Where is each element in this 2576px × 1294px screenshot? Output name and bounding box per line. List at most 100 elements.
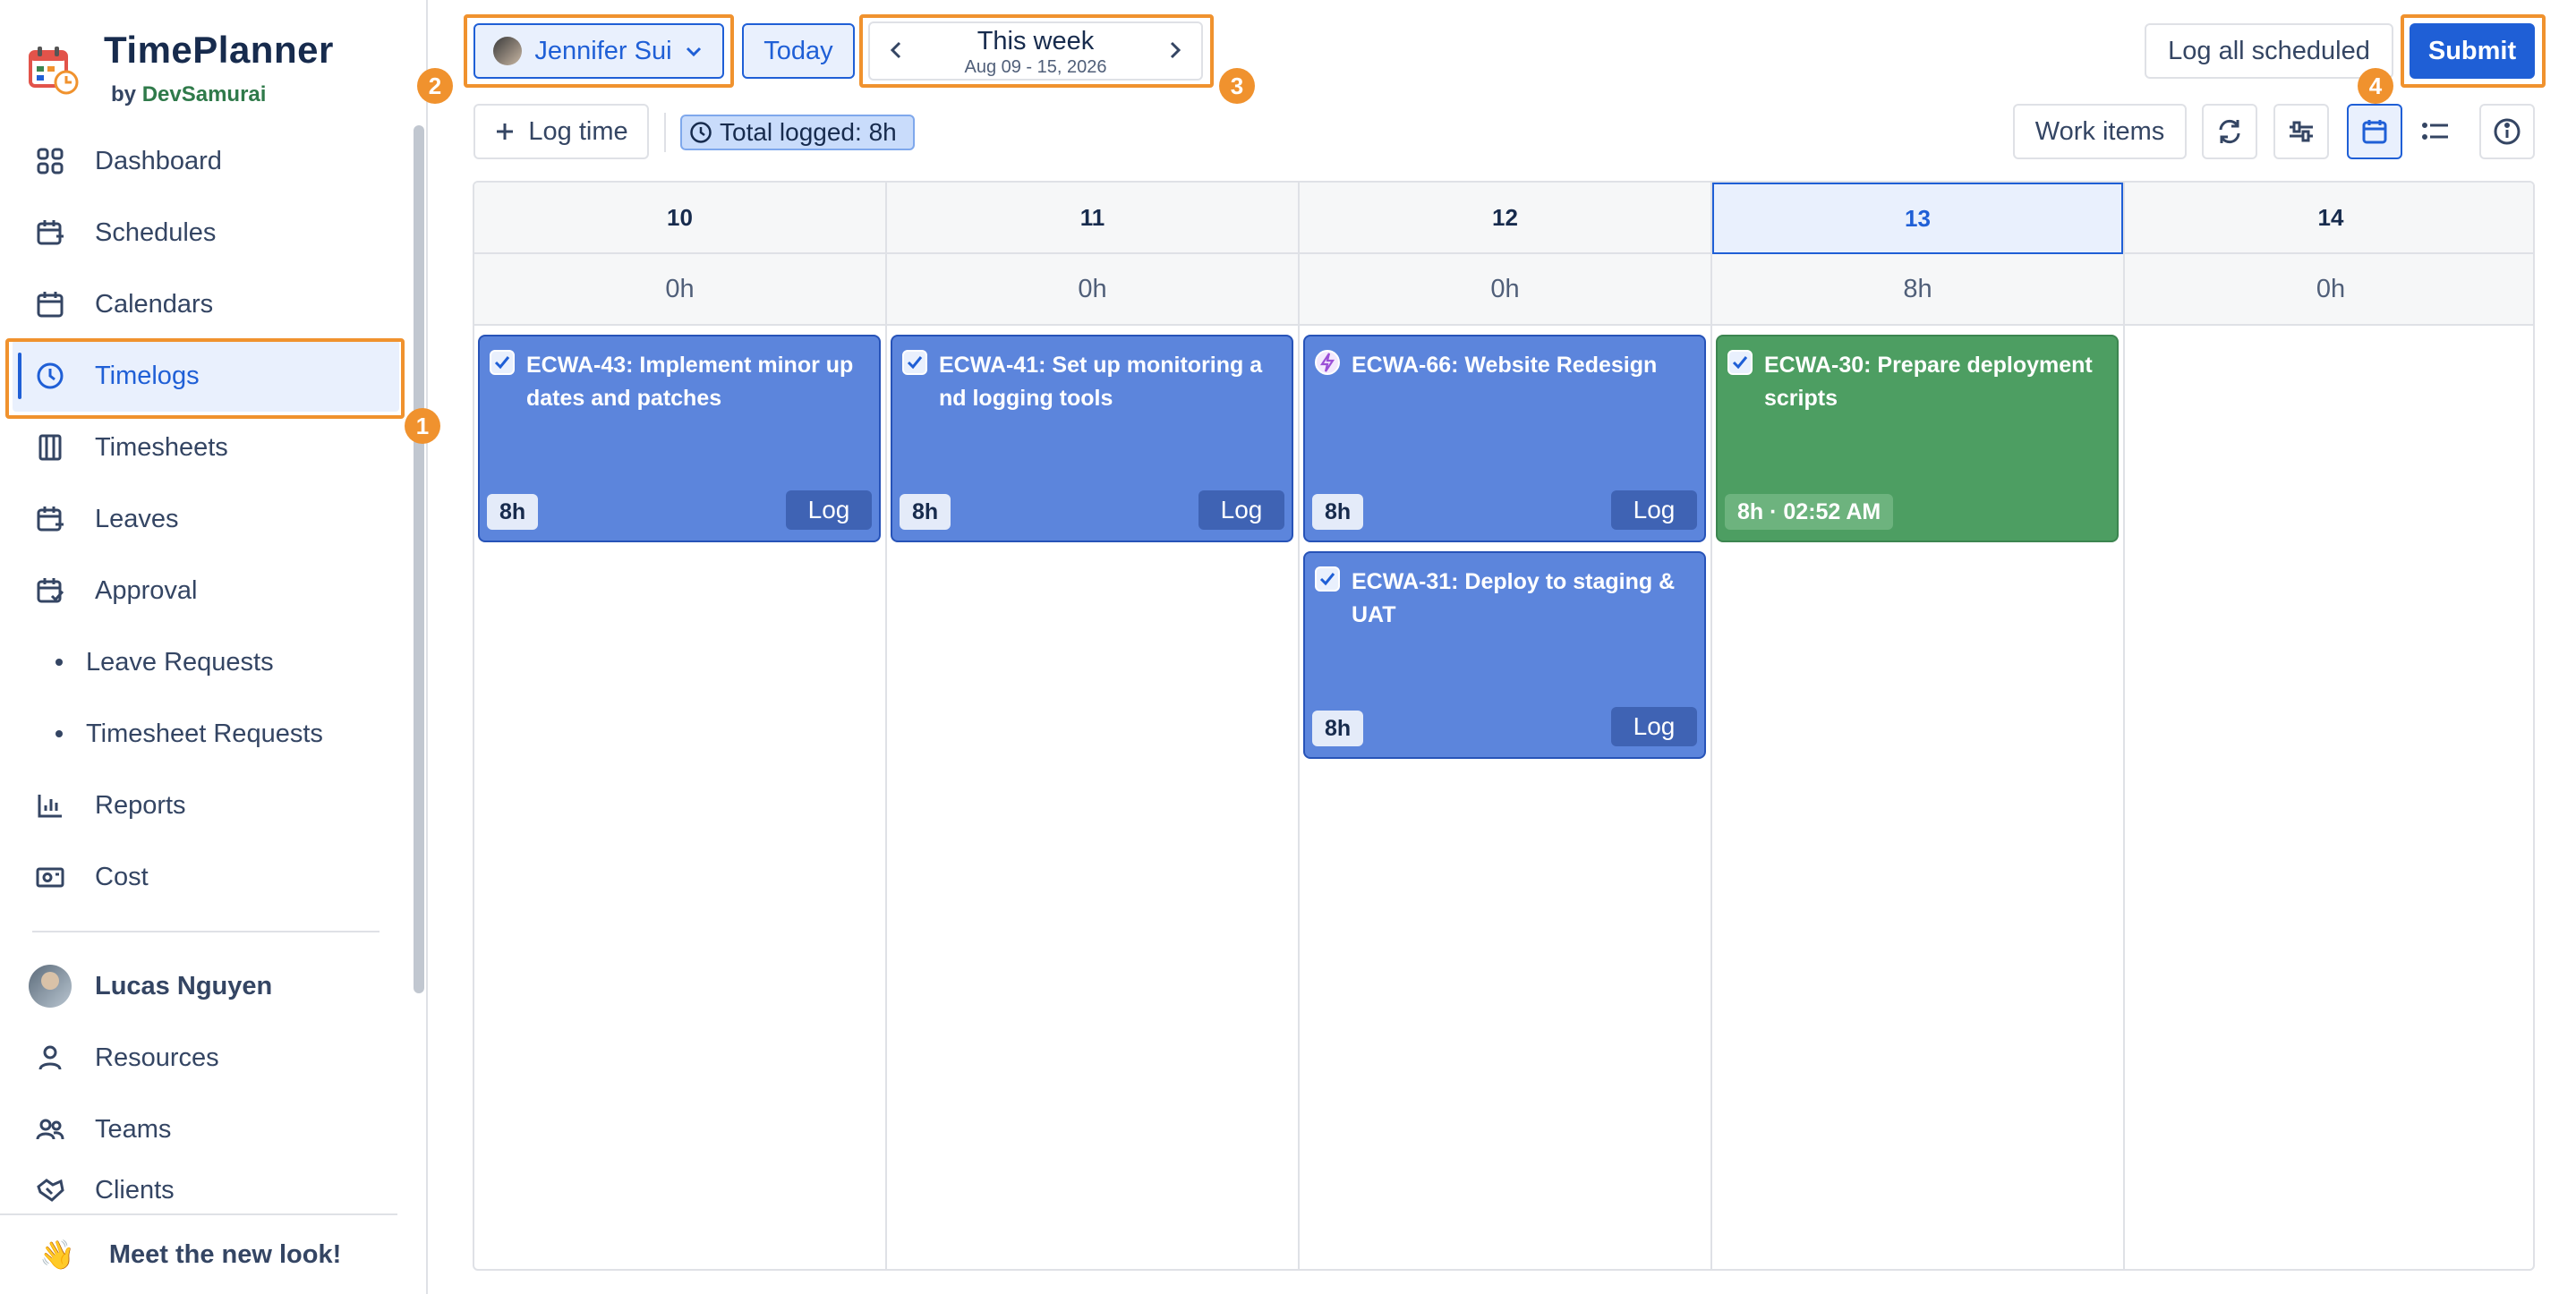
toolbar-separator: [664, 113, 666, 152]
refresh-icon: [2219, 119, 2240, 144]
sidebar-item-label: Dashboard: [95, 146, 222, 175]
timelog-card[interactable]: ECWA-43: Implement minor updates and pat…: [478, 335, 881, 542]
plus-icon: [497, 123, 514, 140]
user-name: Lucas Nguyen: [95, 971, 273, 1000]
sidebar-item-cost[interactable]: Cost: [13, 841, 399, 913]
app-subtitle: by DevSamurai: [111, 82, 267, 106]
handshake-icon: [34, 1174, 66, 1206]
step-badge-3: 3: [1219, 68, 1255, 104]
sidebar-item-schedules[interactable]: Schedules: [13, 197, 399, 268]
meet-new-look-label: Meet the new look!: [108, 1239, 342, 1269]
card-title: ECWA-66: Website Redesign: [1352, 353, 1658, 378]
day-header: 11: [887, 183, 1298, 254]
sidebar-item-label: Teams: [95, 1114, 172, 1144]
timeplanner-logo-icon: [29, 47, 79, 95]
sidebar-item-calendars[interactable]: Calendars: [13, 268, 399, 340]
day-hours: 0h: [1300, 254, 1710, 326]
card-title: ECWA-43: Implement minor updates and pat…: [526, 353, 854, 411]
sidebar: TimePlanner by DevSamurai Dashboard Sche…: [0, 0, 428, 1294]
person-icon: [34, 1042, 66, 1074]
bar-chart-icon: [34, 789, 66, 822]
calendar-view-button[interactable]: [2347, 104, 2402, 159]
meet-new-look-banner[interactable]: 👋 Meet the new look!: [0, 1213, 397, 1294]
list-icon: [2422, 123, 2448, 140]
refresh-button[interactable]: [2202, 104, 2257, 159]
sidebar-item-teams[interactable]: Teams: [13, 1094, 399, 1165]
highlight-box-2: [464, 14, 734, 88]
timelog-card[interactable]: ECWA-31: Deploy to staging & UAT 8h Log: [1303, 551, 1706, 759]
sidebar-item-label: Clients: [95, 1175, 175, 1205]
sidebar-item-approval[interactable]: Approval: [13, 555, 399, 626]
info-icon: [2494, 118, 2521, 145]
today-button[interactable]: Today: [742, 23, 855, 79]
calendar-minus-icon: [34, 503, 66, 535]
bullet: [55, 659, 63, 666]
day-column: 10 0h ECWA-43: Implement minor updates a…: [474, 183, 887, 1269]
sidebar-item-label: Resources: [95, 1043, 219, 1072]
calendar-icon: [34, 288, 66, 320]
log-button[interactable]: Log: [1198, 490, 1284, 530]
highlight-box-4: [2401, 14, 2546, 88]
log-time-button[interactable]: Log time: [473, 104, 649, 159]
company-name: DevSamurai: [141, 82, 267, 106]
day-header: 12: [1300, 183, 1710, 254]
sidebar-subitem-label: Timesheet Requests: [86, 719, 323, 748]
sidebar-item-leaves[interactable]: Leaves: [13, 483, 399, 555]
step-badge-4: 4: [2358, 68, 2393, 104]
log-button[interactable]: Log: [1611, 707, 1697, 746]
highlight-box-3: [859, 14, 1214, 88]
card-title: ECWA-31: Deploy to staging & UAT: [1352, 569, 1676, 627]
day-header: 10: [474, 183, 885, 254]
sidebar-subitem-leave-requests[interactable]: Leave Requests: [55, 635, 274, 689]
timelog-card[interactable]: ECWA-41: Set up monitoring and logging t…: [891, 335, 1293, 542]
work-items-button[interactable]: Work items: [2013, 104, 2187, 159]
card-title: ECWA-30: Prepare deployment scripts: [1764, 353, 2093, 411]
epic-lightning-icon: [1315, 350, 1340, 375]
calendar-check-icon: [34, 575, 66, 607]
sidebar-item-label: Schedules: [95, 217, 217, 247]
card-hours-badge: 8h · 02:52 AM: [1725, 494, 1894, 530]
sidebar-subitem-timesheet-requests[interactable]: Timesheet Requests: [55, 707, 323, 761]
timelog-card[interactable]: ECWA-66: Website Redesign 8h Log: [1303, 335, 1706, 542]
task-checkbox-icon: [1727, 350, 1753, 375]
sidebar-divider: [32, 931, 380, 932]
log-all-scheduled-button[interactable]: Log all scheduled: [2145, 23, 2393, 79]
sidebar-item-reports[interactable]: Reports: [13, 770, 399, 841]
sidebar-item-clients[interactable]: Clients: [13, 1163, 399, 1217]
log-button[interactable]: Log: [786, 490, 872, 530]
brand[interactable]: TimePlanner by DevSamurai: [29, 29, 334, 107]
log-time-label: Log time: [528, 116, 628, 146]
day-column: 14 0h: [2125, 183, 2533, 1269]
card-hours-badge: 8h: [900, 494, 951, 530]
day-header-today: 13: [1712, 183, 2123, 254]
sidebar-item-label: Timesheets: [95, 432, 228, 462]
highlight-box-1: [5, 338, 405, 419]
sidebar-scrollbar[interactable]: [414, 125, 424, 993]
day-header: 14: [2125, 183, 2533, 254]
day-hours: 8h: [1712, 254, 2123, 326]
task-checkbox-icon: [490, 350, 515, 375]
day-hours: 0h: [887, 254, 1298, 326]
sidebar-item-dashboard[interactable]: Dashboard: [13, 125, 399, 197]
avatar: [29, 965, 72, 1008]
list-view-button[interactable]: [2408, 104, 2463, 159]
sidebar-item-timesheets[interactable]: Timesheets: [13, 412, 399, 483]
waving-hand-icon: 👋: [39, 1239, 75, 1271]
sidebar-item-label: Calendars: [95, 289, 214, 319]
task-checkbox-icon: [902, 350, 927, 375]
day-hours: 0h: [474, 254, 885, 326]
settings-sliders-button[interactable]: [2273, 104, 2329, 159]
info-button[interactable]: [2479, 104, 2535, 159]
timelog-card-logged[interactable]: ECWA-30: Prepare deployment scripts 8h ·…: [1716, 335, 2119, 542]
card-hours-badge: 8h: [1312, 711, 1364, 746]
money-icon: [34, 861, 66, 893]
card-hours-badge: 8h: [1312, 494, 1364, 530]
log-button[interactable]: Log: [1611, 490, 1697, 530]
calendar-icon: [2362, 120, 2387, 144]
sidebar-user[interactable]: Lucas Nguyen: [29, 965, 272, 1008]
card-title: ECWA-41: Set up monitoring and logging t…: [939, 353, 1263, 411]
day-column: 13 8h ECWA-30: Prepare deployment script…: [1712, 183, 2125, 1269]
sidebar-item-label: Approval: [95, 575, 198, 605]
sidebar-item-label: Leaves: [95, 504, 179, 533]
sidebar-item-resources[interactable]: Resources: [13, 1022, 399, 1094]
